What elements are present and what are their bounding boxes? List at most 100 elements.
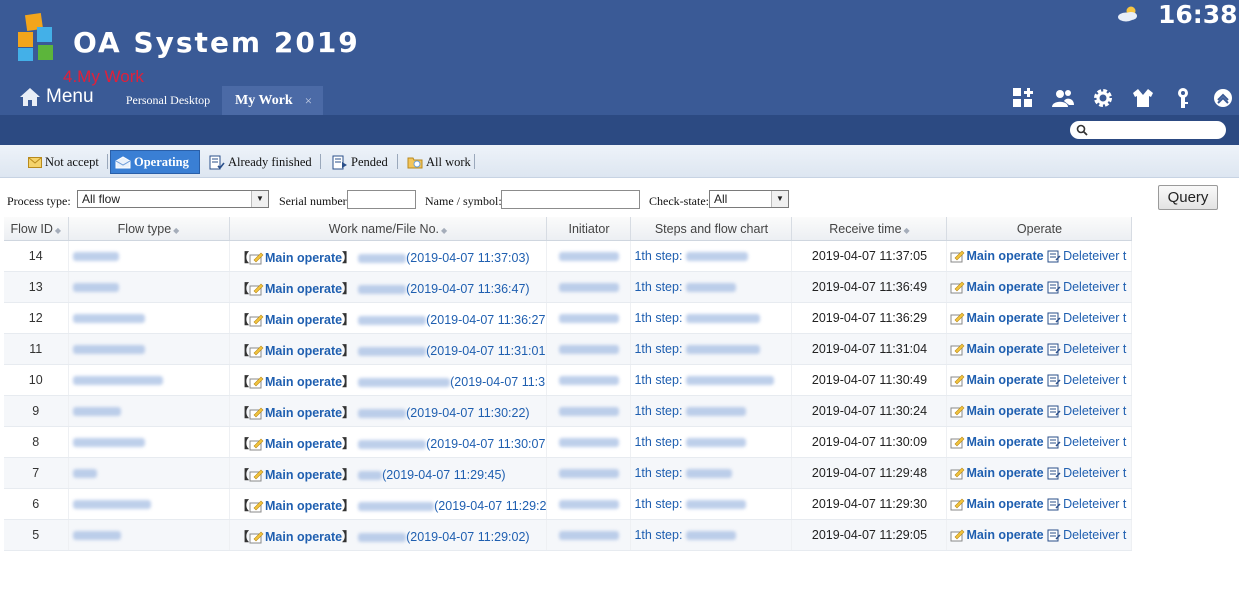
steps-cell[interactable]: 1th step:	[630, 364, 793, 396]
tab-personal-desktop[interactable]: Personal Desktop	[116, 86, 220, 115]
step-link[interactable]: 1th step:	[634, 280, 682, 294]
shirt-icon[interactable]	[1131, 86, 1155, 110]
steps-cell[interactable]: 1th step:	[630, 457, 793, 489]
table-row[interactable]: 7 【Main operate】 (2019-04-07 11:29:45) 1th…	[4, 457, 1133, 489]
tab-pended[interactable]: Pended	[332, 150, 388, 174]
delete-deliver-link[interactable]: Deleteiver t	[1063, 466, 1126, 480]
step-link[interactable]: 1th step:	[634, 435, 682, 449]
main-operate-button[interactable]: Main operate	[966, 435, 1043, 449]
table-row[interactable]: 13 【Main operate】 (2019-04-07 11:36:47) 1t…	[4, 271, 1133, 303]
steps-cell[interactable]: 1th step:	[630, 395, 793, 427]
search-input[interactable]	[1092, 122, 1222, 139]
tab-not-accept[interactable]: Not accept	[28, 150, 99, 174]
table-row[interactable]: 10 【Main operate】 (2019-04-07 11:3 1th ste…	[4, 364, 1133, 396]
delete-deliver-link[interactable]: Deleteiver t	[1063, 497, 1126, 511]
delete-deliver-link[interactable]: Deleteiver t	[1063, 311, 1126, 325]
table-row[interactable]: 8 【Main operate】 (2019-04-07 11:30:07 1th …	[4, 426, 1133, 458]
tab-all-work[interactable]: All work	[407, 150, 471, 174]
steps-cell[interactable]: 1th step:	[630, 240, 793, 272]
table-row[interactable]: 14 【Main operate】 (2019-04-07 11:37:03) 1t…	[4, 240, 1133, 272]
main-operate-button[interactable]: Main operate	[966, 280, 1043, 294]
work-time-link[interactable]: (2019-04-07 11:29:2	[434, 499, 546, 513]
steps-cell[interactable]: 1th step:	[630, 488, 793, 520]
step-link[interactable]: 1th step:	[634, 528, 682, 542]
main-operate-link[interactable]: Main operate	[265, 344, 342, 358]
search-box[interactable]	[1070, 121, 1226, 139]
step-link[interactable]: 1th step:	[634, 249, 682, 263]
main-operate-link[interactable]: Main operate	[265, 406, 342, 420]
main-operate-button[interactable]: Main operate	[966, 342, 1043, 356]
flow-type-cell[interactable]	[68, 488, 230, 520]
main-operate-link[interactable]: Main operate	[265, 437, 342, 451]
key-icon[interactable]	[1171, 86, 1195, 110]
main-operate-link[interactable]: Main operate	[265, 282, 342, 296]
collapse-up-icon[interactable]	[1211, 86, 1235, 110]
work-time-link[interactable]: (2019-04-07 11:37:03)	[406, 251, 529, 265]
apps-add-icon[interactable]	[1011, 86, 1035, 110]
steps-cell[interactable]: 1th step:	[630, 302, 793, 334]
work-name-cell[interactable]: 【 Main operate】 (2019-04-07 11:29:45)	[229, 457, 548, 489]
work-time-link[interactable]: (2019-04-07 11:36:27	[426, 313, 545, 327]
delete-deliver-link[interactable]: Deleteiver t	[1063, 404, 1126, 418]
steps-cell[interactable]: 1th step:	[630, 271, 793, 303]
column-header-receive-time[interactable]: Receive time ◆	[791, 217, 948, 241]
user-group-icon[interactable]	[1051, 86, 1075, 110]
name-symbol-input[interactable]	[501, 190, 640, 209]
flow-type-cell[interactable]	[68, 457, 230, 489]
main-operate-link[interactable]: Main operate	[265, 499, 342, 513]
serial-number-input[interactable]	[347, 190, 416, 209]
check-state-select[interactable]: All ▼	[709, 190, 789, 208]
gear-icon[interactable]	[1091, 86, 1115, 110]
table-row[interactable]: 9 【Main operate】 (2019-04-07 11:30:22) 1th…	[4, 395, 1133, 427]
main-operate-button[interactable]: Main operate	[966, 497, 1043, 511]
main-operate-link[interactable]: Main operate	[265, 313, 342, 327]
main-operate-link[interactable]: Main operate	[265, 468, 342, 482]
delete-deliver-link[interactable]: Deleteiver t	[1063, 435, 1126, 449]
steps-cell[interactable]: 1th step:	[630, 333, 793, 365]
steps-cell[interactable]: 1th step:	[630, 426, 793, 458]
step-link[interactable]: 1th step:	[634, 466, 682, 480]
main-operate-link[interactable]: Main operate	[265, 530, 342, 544]
work-time-link[interactable]: (2019-04-07 11:31:01	[426, 344, 545, 358]
work-time-link[interactable]: (2019-04-07 11:29:45)	[382, 468, 505, 482]
table-row[interactable]: 5 【Main operate】 (2019-04-07 11:29:02) 1th…	[4, 519, 1133, 551]
step-link[interactable]: 1th step:	[634, 342, 682, 356]
steps-cell[interactable]: 1th step:	[630, 519, 793, 551]
step-link[interactable]: 1th step:	[634, 311, 682, 325]
work-time-link[interactable]: (2019-04-07 11:29:02)	[406, 530, 529, 544]
flow-type-cell[interactable]	[68, 333, 230, 365]
flow-type-cell[interactable]	[68, 240, 230, 272]
tab-operating[interactable]: Operating	[110, 150, 200, 174]
work-name-cell[interactable]: 【 Main operate】 (2019-04-07 11:30:22)	[229, 395, 548, 427]
work-name-cell[interactable]: 【 Main operate】 (2019-04-07 11:3	[229, 364, 548, 396]
delete-deliver-link[interactable]: Deleteiver t	[1063, 342, 1126, 356]
process-type-select[interactable]: All flow ▼	[77, 190, 269, 208]
work-time-link[interactable]: (2019-04-07 11:3	[450, 375, 545, 389]
delete-deliver-link[interactable]: Deleteiver t	[1063, 280, 1126, 294]
flow-type-cell[interactable]	[68, 302, 230, 334]
tab-already-finished[interactable]: Already finished	[209, 150, 312, 174]
step-link[interactable]: 1th step:	[634, 404, 682, 418]
flow-type-cell[interactable]	[68, 426, 230, 458]
table-row[interactable]: 11 【Main operate】 (2019-04-07 11:31:01 1th…	[4, 333, 1133, 365]
tab-my-work[interactable]: My Work ×	[222, 86, 323, 115]
work-name-cell[interactable]: 【 Main operate】 (2019-04-07 11:29:2	[229, 488, 548, 520]
column-header-flow-id[interactable]: Flow ID ◆	[4, 217, 69, 241]
flow-type-cell[interactable]	[68, 519, 230, 551]
work-name-cell[interactable]: 【 Main operate】 (2019-04-07 11:37:03)	[229, 240, 548, 272]
work-name-cell[interactable]: 【 Main operate】 (2019-04-07 11:29:02)	[229, 519, 548, 551]
main-operate-button[interactable]: Main operate	[966, 528, 1043, 542]
delete-deliver-link[interactable]: Deleteiver t	[1063, 249, 1126, 263]
query-button[interactable]: Query	[1158, 185, 1218, 210]
work-name-cell[interactable]: 【 Main operate】 (2019-04-07 11:36:27	[229, 302, 548, 334]
flow-type-cell[interactable]	[68, 364, 230, 396]
menu-button[interactable]: Menu	[19, 84, 94, 110]
column-header-work-name[interactable]: Work name/File No. ◆	[229, 217, 548, 241]
main-operate-button[interactable]: Main operate	[966, 249, 1043, 263]
work-name-cell[interactable]: 【 Main operate】 (2019-04-07 11:31:01	[229, 333, 548, 365]
delete-deliver-link[interactable]: Deleteiver t	[1063, 528, 1126, 542]
main-operate-button[interactable]: Main operate	[966, 404, 1043, 418]
main-operate-button[interactable]: Main operate	[966, 373, 1043, 387]
main-operate-button[interactable]: Main operate	[966, 466, 1043, 480]
flow-type-cell[interactable]	[68, 271, 230, 303]
